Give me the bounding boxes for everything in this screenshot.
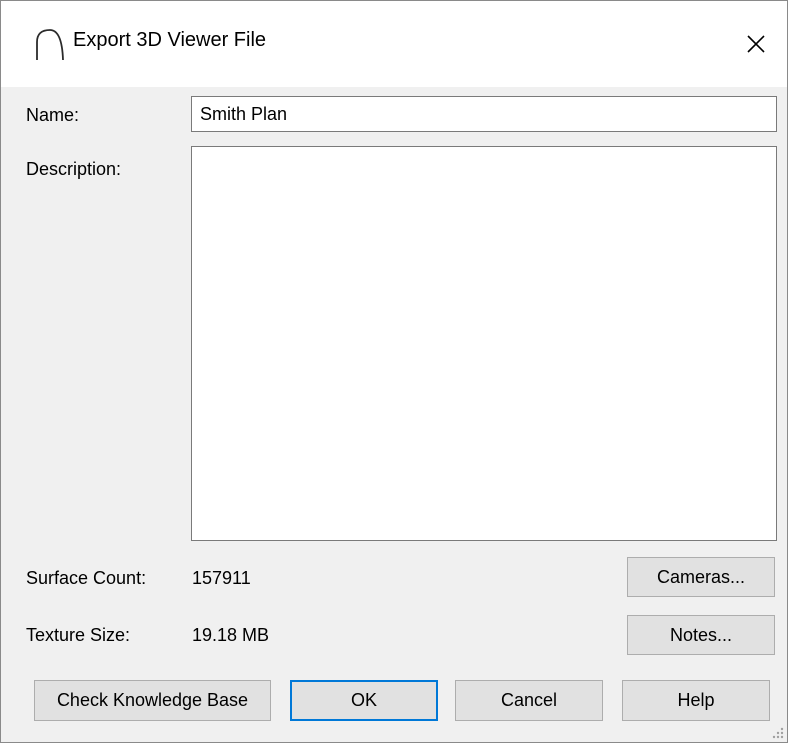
close-icon [747,35,765,53]
notes-button[interactable]: Notes... [627,615,775,655]
texture-size-value: 19.18 MB [192,625,270,645]
close-button[interactable] [725,1,787,87]
check-knowledge-base-button[interactable]: Check Knowledge Base [34,680,271,721]
dialog-title: Export 3D Viewer File [73,29,267,51]
help-button[interactable]: Help [622,680,770,721]
texture-size-label: Texture Size: [26,625,131,645]
resize-grip-icon[interactable] [771,726,785,740]
cancel-button[interactable]: Cancel [455,680,603,721]
description-label: Description: [26,159,122,179]
ok-button[interactable]: OK [290,680,438,721]
export-dialog: Export 3D Viewer File Name: Description:… [0,0,788,743]
arch-icon [36,29,64,61]
name-label: Name: [26,105,80,125]
surface-count-value: 157911 [192,568,251,588]
cameras-button[interactable]: Cameras... [627,557,775,597]
surface-count-label: Surface Count: [26,568,147,588]
title-bar: Export 3D Viewer File [1,1,787,87]
description-textarea[interactable] [191,146,777,541]
name-input[interactable] [191,96,777,132]
